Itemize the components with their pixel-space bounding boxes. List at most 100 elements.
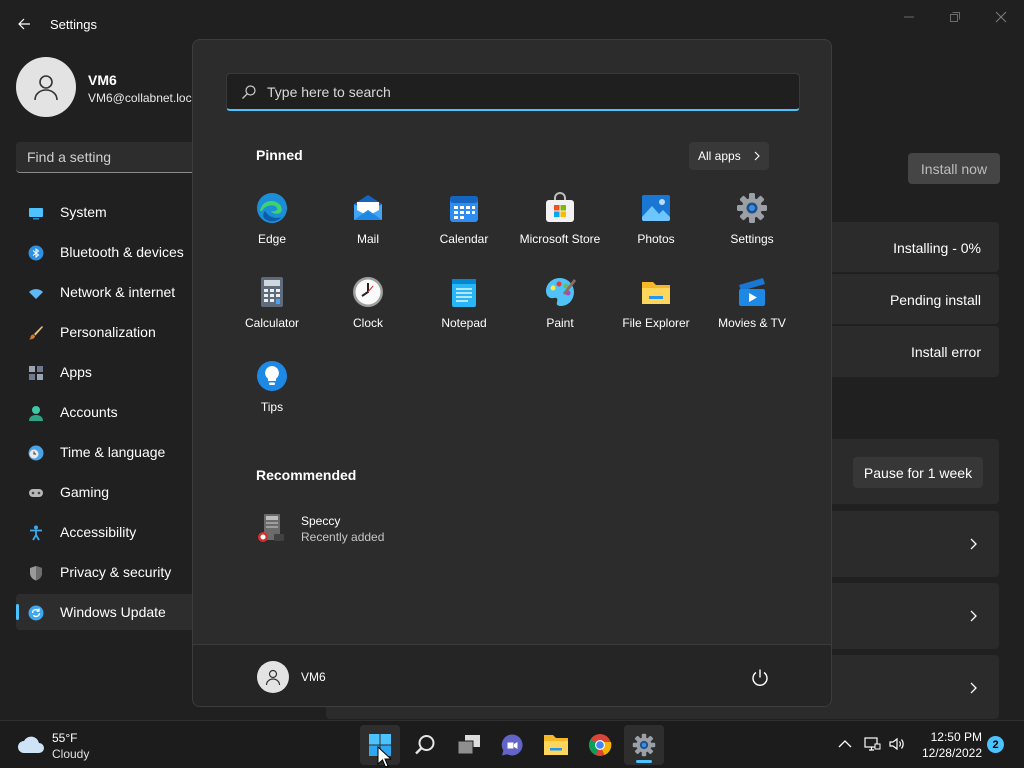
nav-label: System (60, 204, 107, 220)
running-indicator (636, 760, 652, 763)
movies-icon (739, 278, 765, 306)
tips-bulb-icon (257, 361, 287, 391)
start-search-box[interactable] (226, 73, 800, 111)
system-icon (29, 208, 43, 220)
mail-icon (354, 195, 382, 220)
restore-icon (950, 12, 960, 22)
recommended-title: Recommended (256, 467, 357, 483)
chevron-up-icon[interactable] (836, 735, 854, 753)
pinned-app-paint[interactable]: Paint (512, 270, 608, 348)
app-label: Clock (352, 316, 383, 330)
install-now-button[interactable]: Install now (908, 153, 1000, 184)
minimize-button[interactable] (886, 6, 932, 28)
app-label: Photos (637, 232, 675, 246)
nav-item-windows-update[interactable]: Windows Update (16, 594, 196, 630)
settings-gear-icon (632, 733, 656, 757)
weather-temperature[interactable]: 55°F (52, 731, 77, 745)
start-menu: Pinned All apps Edge Mail Calendar (192, 39, 832, 707)
back-button[interactable] (12, 12, 36, 36)
update-item: Install error (826, 326, 999, 377)
nav-label: Accounts (60, 404, 118, 420)
speccy-icon (258, 514, 284, 542)
nav-item-personalization[interactable]: Personalization (16, 314, 196, 350)
task-view-button[interactable] (449, 725, 489, 765)
nav-item-system[interactable]: System (16, 194, 196, 230)
recommended-item-speccy[interactable]: Speccy Recently added (256, 510, 456, 550)
nav-item-gaming[interactable]: Gaming (16, 474, 196, 510)
notification-badge[interactable]: 2 (987, 736, 1004, 753)
cloudy-weather-icon[interactable] (17, 733, 45, 755)
taskbar-search-button[interactable] (405, 725, 445, 765)
pinned-app-clock[interactable]: Clock (320, 270, 416, 348)
clock-icon (353, 277, 383, 307)
nav-item-privacy-security[interactable]: Privacy & security (16, 554, 196, 590)
update-icon (28, 605, 44, 621)
pinned-app-microsoft-store[interactable]: Microsoft Store (512, 186, 608, 264)
mouse-cursor-icon (377, 746, 391, 768)
nav-label: Privacy & security (60, 564, 172, 580)
app-label: File Explorer (622, 316, 690, 330)
taskbar-time[interactable]: 12:50 PM (920, 730, 982, 744)
maximize-button[interactable] (932, 6, 978, 28)
apps-icon (29, 366, 43, 380)
all-apps-button[interactable]: All apps (689, 142, 769, 170)
accounts-icon (29, 406, 43, 421)
pinned-title: Pinned (256, 147, 303, 163)
app-label: Edge (257, 232, 287, 246)
app-label: Calculator (244, 316, 300, 330)
chevron-right-icon (970, 538, 977, 550)
minimize-icon (904, 16, 914, 18)
find-setting-input[interactable]: Find a setting (16, 142, 196, 173)
teams-chat-button[interactable] (492, 725, 532, 765)
pinned-app-movies-tv[interactable]: Movies & TV (704, 270, 800, 348)
nav-item-network[interactable]: Network & internet (16, 274, 196, 310)
pinned-app-calendar[interactable]: Calendar (416, 186, 512, 264)
search-input[interactable] (267, 82, 787, 102)
settings-taskbar-button[interactable] (624, 725, 664, 765)
close-button[interactable] (978, 6, 1024, 28)
nav-label: Gaming (60, 484, 110, 500)
pinned-app-edge[interactable]: Edge (224, 186, 320, 264)
power-icon[interactable] (749, 667, 771, 689)
start-user-name[interactable]: VM6 (301, 670, 326, 684)
nav-item-apps[interactable]: Apps (16, 354, 196, 390)
taskbar-date[interactable]: 12/28/2022 (914, 746, 982, 760)
nav-item-time-language[interactable]: Time & language (16, 434, 196, 470)
weather-description[interactable]: Cloudy (52, 747, 89, 761)
chevron-right-icon (754, 151, 760, 161)
volume-icon[interactable] (888, 735, 906, 753)
pinned-app-calculator[interactable]: Calculator (224, 270, 320, 348)
nav-label: Time & language (60, 444, 166, 460)
nav-label: Bluetooth & devices (60, 244, 184, 260)
pinned-app-photos[interactable]: Photos (608, 186, 704, 264)
pause-updates-button[interactable]: Pause for 1 week (853, 457, 983, 488)
nav-item-accessibility[interactable]: Accessibility (16, 514, 196, 550)
recommended-subtitle: Recently added (301, 530, 385, 544)
file-explorer-button[interactable] (536, 725, 576, 765)
profile-email: VM6@collabnet.loc (88, 91, 192, 105)
profile-name: VM6 (88, 72, 117, 88)
all-apps-label: All apps (698, 149, 741, 163)
accessibility-icon (30, 525, 42, 541)
pinned-app-notepad[interactable]: Notepad (416, 270, 512, 348)
pinned-app-file-explorer[interactable]: File Explorer (608, 270, 704, 348)
notepad-icon (452, 279, 476, 307)
search-icon (415, 735, 435, 755)
network-icon[interactable] (863, 735, 881, 753)
start-footer: VM6 (193, 644, 831, 706)
chrome-button[interactable] (580, 725, 620, 765)
user-avatar[interactable] (257, 661, 289, 693)
nav-item-accounts[interactable]: Accounts (16, 394, 196, 430)
back-arrow-icon (18, 18, 30, 30)
app-label: Settings (730, 232, 774, 246)
avatar (16, 57, 76, 117)
nav-label: Network & internet (60, 284, 176, 300)
chrome-icon (589, 734, 612, 756)
pinned-app-tips[interactable]: Tips (224, 354, 320, 432)
nav-item-bluetooth[interactable]: Bluetooth & devices (16, 234, 196, 270)
pinned-app-mail[interactable]: Mail (320, 186, 416, 264)
close-icon (995, 11, 1007, 23)
pinned-app-settings[interactable]: Settings (704, 186, 800, 264)
app-label: Notepad (441, 316, 487, 330)
wifi-icon (29, 289, 43, 299)
